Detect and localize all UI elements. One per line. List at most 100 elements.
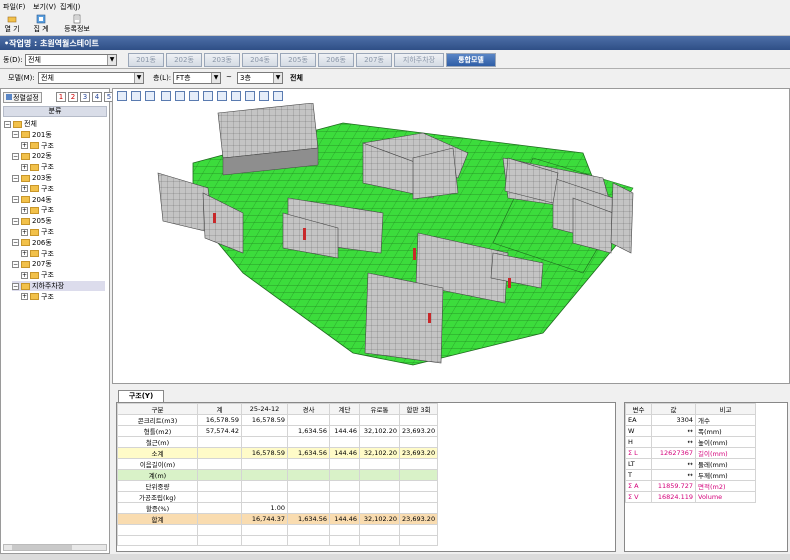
- tree-item[interactable]: + 구조: [21, 292, 54, 302]
- view-tool-icon[interactable]: [145, 91, 155, 101]
- tree-item[interactable]: + 구조: [21, 270, 54, 280]
- view-tool-icon[interactable]: [175, 91, 185, 101]
- expand-icon[interactable]: +: [21, 228, 28, 236]
- collapse-icon[interactable]: −: [12, 152, 19, 160]
- tab-204동[interactable]: 204동: [242, 53, 278, 67]
- table-row[interactable]: T ↔ 두께(mm): [625, 469, 756, 481]
- column-header[interactable]: 합판 3회: [398, 403, 439, 415]
- collapse-icon[interactable]: −: [12, 131, 19, 139]
- floor-from-select[interactable]: FT층 ▼: [173, 72, 221, 84]
- expand-icon[interactable]: +: [21, 163, 28, 171]
- column-header[interactable]: 비고: [695, 403, 756, 415]
- tab-202동[interactable]: 202동: [166, 53, 202, 67]
- view-tool-icon[interactable]: [245, 91, 255, 101]
- table-row[interactable]: Σ L 12627367 길이(mm): [625, 447, 756, 459]
- collapse-icon[interactable]: −: [4, 120, 11, 128]
- tab-통합모델[interactable]: 통합모델: [446, 53, 496, 67]
- level-button-3[interactable]: 3: [80, 92, 90, 102]
- model-select[interactable]: 전체 ▼: [38, 72, 144, 84]
- level-button-4[interactable]: 4: [92, 92, 102, 102]
- view-tool-icon[interactable]: [231, 91, 241, 101]
- tab-structure[interactable]: 구조(Y): [118, 390, 164, 402]
- table-row[interactable]: 소계 16,578.59 1,634.56 144.46 32,102.20 23,693…: [117, 447, 439, 459]
- tree-item[interactable]: − 204동: [12, 195, 52, 205]
- table-row[interactable]: 형틀(m2) 57,574.42 1,634.56 144.46 32,102.20 23…: [117, 425, 439, 437]
- table-row[interactable]: EA 3304 개수: [625, 414, 756, 426]
- tree-item[interactable]: − 201동: [12, 130, 52, 140]
- tree-item[interactable]: + 구조: [21, 184, 54, 194]
- column-header[interactable]: 구분: [117, 403, 198, 415]
- table-row[interactable]: 이음길이(m): [117, 458, 439, 470]
- tab-지하주차장[interactable]: 지하주차장: [394, 53, 444, 67]
- building-select[interactable]: 전체 ▼: [25, 54, 117, 66]
- tree-item[interactable]: − 207동: [12, 259, 52, 269]
- table-row[interactable]: 할증(%) 1.00: [117, 502, 439, 514]
- tree-item[interactable]: − 206동: [12, 238, 52, 248]
- column-header[interactable]: 변수: [625, 403, 652, 415]
- table-row[interactable]: LT ↔ 둘레(mm): [625, 458, 756, 470]
- view-tool-icon[interactable]: [203, 91, 213, 101]
- menu-view[interactable]: 보기(V): [33, 2, 56, 12]
- column-header[interactable]: 값: [651, 403, 696, 415]
- tree-item[interactable]: + 구조: [21, 227, 54, 237]
- tab-206동[interactable]: 206동: [318, 53, 354, 67]
- expand-icon[interactable]: +: [21, 293, 28, 301]
- table-row[interactable]: H ↔ 높이(mm): [625, 436, 756, 448]
- collapse-icon[interactable]: −: [12, 217, 19, 225]
- tab-205동[interactable]: 205동: [280, 53, 316, 67]
- view-tool-icon[interactable]: [131, 91, 141, 101]
- menu-aggregate[interactable]: 집계(J): [60, 2, 80, 12]
- collapse-icon[interactable]: −: [12, 174, 19, 182]
- floor-to-select[interactable]: 3층 ▼: [237, 72, 283, 84]
- table-row[interactable]: 합계 16,744.37 1,634.56 144.46 32,102.20 23,693…: [117, 513, 439, 525]
- expand-icon[interactable]: +: [21, 185, 28, 193]
- column-header[interactable]: 유로통: [359, 403, 400, 415]
- table-row[interactable]: 콘크리트(m3) 16,578.59 16,578.59: [117, 414, 439, 426]
- view-tool-icon[interactable]: [273, 91, 283, 101]
- table-row[interactable]: 철근(m): [117, 436, 439, 448]
- collapse-icon[interactable]: −: [12, 282, 19, 290]
- tab-201동[interactable]: 201동: [128, 53, 164, 67]
- tab-207동[interactable]: 207동: [356, 53, 392, 67]
- table-row[interactable]: Σ A 11859.727 면적(m2): [625, 480, 756, 492]
- column-header[interactable]: 경사: [287, 403, 330, 415]
- tab-203동[interactable]: 203동: [204, 53, 240, 67]
- tree-item[interactable]: − 203동: [12, 173, 52, 183]
- table-row[interactable]: W ↔ 폭(mm): [625, 425, 756, 437]
- tree-item[interactable]: + 구조: [21, 205, 54, 215]
- column-header[interactable]: 계단: [329, 403, 360, 415]
- tree-item[interactable]: − 205동: [12, 216, 52, 226]
- table-row[interactable]: 가공조립(kg): [117, 491, 439, 503]
- level-button-2[interactable]: 2: [68, 92, 78, 102]
- tree-item[interactable]: − 전체: [4, 119, 37, 129]
- table-row[interactable]: Σ V 16824.119 Volume: [625, 491, 756, 503]
- sort-settings-button[interactable]: 정렬설정: [3, 92, 42, 103]
- view-tool-icon[interactable]: [189, 91, 199, 101]
- open-button[interactable]: 열 기: [2, 14, 22, 34]
- aggregate-button[interactable]: 집 계: [30, 14, 52, 34]
- view-tool-icon[interactable]: [217, 91, 227, 101]
- scroll-thumb[interactable]: [12, 545, 72, 550]
- level-button-1[interactable]: 1: [56, 92, 66, 102]
- tree-item[interactable]: − 202동: [12, 151, 52, 161]
- table-row[interactable]: 계(m): [117, 469, 439, 481]
- model-3d-viewport[interactable]: [112, 88, 790, 384]
- expand-icon[interactable]: +: [21, 142, 28, 150]
- collapse-icon[interactable]: −: [12, 196, 19, 204]
- tree-item[interactable]: + 구조: [21, 249, 54, 259]
- collapse-icon[interactable]: −: [12, 260, 19, 268]
- tree-item[interactable]: − 지하주차장: [12, 281, 105, 291]
- view-tool-icon[interactable]: [161, 91, 171, 101]
- tree-item[interactable]: + 구조: [21, 162, 54, 172]
- column-header[interactable]: 계: [197, 403, 242, 415]
- register-info-button[interactable]: 등록정보: [60, 14, 94, 34]
- table-row[interactable]: 단위중량: [117, 480, 439, 492]
- expand-icon[interactable]: +: [21, 250, 28, 258]
- tree-horizontal-scrollbar[interactable]: [3, 544, 107, 551]
- view-tool-icon[interactable]: [259, 91, 269, 101]
- tree-item[interactable]: + 구조: [21, 141, 54, 151]
- view-tool-icon[interactable]: [117, 91, 127, 101]
- column-header[interactable]: 25-24-12: [241, 403, 288, 415]
- menu-file[interactable]: 파일(F): [3, 2, 25, 12]
- expand-icon[interactable]: +: [21, 271, 28, 279]
